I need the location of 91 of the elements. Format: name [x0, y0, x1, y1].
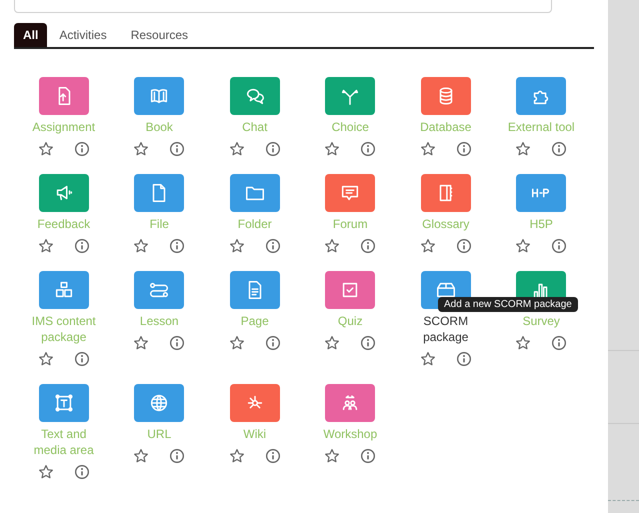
- module-name[interactable]: Page: [214, 313, 295, 329]
- module-name[interactable]: IMS content package: [24, 313, 104, 345]
- info-icon[interactable]: [264, 335, 281, 351]
- star-icon[interactable]: [133, 448, 150, 464]
- info-icon[interactable]: [456, 351, 472, 367]
- info-icon[interactable]: [169, 448, 186, 464]
- module-tile[interactable]: [134, 271, 184, 309]
- module-name[interactable]: Feedback: [24, 216, 104, 232]
- info-icon[interactable]: [360, 238, 376, 254]
- info-icon[interactable]: [551, 238, 568, 254]
- star-icon[interactable]: [228, 141, 245, 157]
- module-tile[interactable]: [325, 77, 376, 115]
- tab[interactable]: Resources: [118, 23, 200, 47]
- tooltip: Add a new SCORM package: [438, 297, 578, 312]
- module-tile[interactable]: [230, 384, 280, 422]
- info-icon[interactable]: [264, 141, 281, 157]
- star-icon[interactable]: [515, 335, 532, 351]
- module-tile[interactable]: [38, 77, 89, 115]
- module-tile[interactable]: [134, 174, 184, 212]
- module-tile[interactable]: [38, 384, 89, 422]
- info-icon[interactable]: [74, 141, 90, 157]
- star-icon[interactable]: [38, 238, 54, 254]
- info-icon[interactable]: [360, 448, 376, 464]
- module-tile[interactable]: [230, 271, 280, 309]
- star-icon[interactable]: [324, 448, 340, 464]
- star-icon[interactable]: [324, 238, 340, 254]
- module-name[interactable]: Text and media area: [24, 426, 104, 458]
- module-name[interactable]: Lesson: [119, 313, 200, 329]
- module-name[interactable]: Choice: [310, 119, 390, 135]
- module-name[interactable]: H5P: [501, 216, 582, 232]
- star-icon[interactable]: [228, 448, 245, 464]
- star-icon[interactable]: [38, 351, 54, 367]
- module-tile[interactable]: [420, 174, 471, 212]
- info-icon[interactable]: [264, 448, 281, 464]
- star-icon[interactable]: [420, 141, 436, 157]
- module-name[interactable]: Assignment: [24, 119, 104, 135]
- info-icon[interactable]: [74, 464, 90, 480]
- star-icon[interactable]: [420, 238, 436, 254]
- star-icon[interactable]: [38, 141, 54, 157]
- module-name[interactable]: Quiz: [310, 313, 390, 329]
- star-icon[interactable]: [133, 141, 150, 157]
- star-icon[interactable]: [324, 141, 340, 157]
- star-icon[interactable]: [228, 238, 245, 254]
- info-icon[interactable]: [456, 238, 472, 254]
- tab[interactable]: All: [14, 23, 48, 47]
- module-tile[interactable]: [134, 384, 184, 422]
- module-name[interactable]: Forum: [310, 216, 390, 232]
- module-tile[interactable]: [420, 77, 471, 115]
- module-name[interactable]: Wiki: [214, 426, 295, 442]
- info-icon[interactable]: [74, 238, 90, 254]
- module-name[interactable]: Folder: [214, 216, 295, 232]
- star-icon[interactable]: [515, 238, 532, 254]
- info-icon[interactable]: [360, 335, 376, 351]
- module-name[interactable]: SCORM package: [406, 313, 486, 345]
- module-tile[interactable]: [230, 174, 280, 212]
- module-tile[interactable]: [325, 384, 376, 422]
- info-icon[interactable]: [264, 238, 281, 254]
- module-tile[interactable]: [516, 174, 566, 212]
- module-name[interactable]: Workshop: [310, 426, 390, 442]
- module-name[interactable]: Database: [406, 119, 486, 135]
- star-icon[interactable]: [515, 141, 532, 157]
- module-name[interactable]: Book: [119, 119, 200, 135]
- module-tile[interactable]: [134, 77, 184, 115]
- info-icon[interactable]: [74, 351, 90, 367]
- star-icon[interactable]: [38, 464, 54, 480]
- info-icon[interactable]: [551, 141, 568, 157]
- module-tile[interactable]: [325, 174, 376, 212]
- info-icon[interactable]: [169, 335, 186, 351]
- star-icon[interactable]: [324, 335, 340, 351]
- tab[interactable]: Activities: [47, 23, 119, 47]
- module-tile[interactable]: [325, 271, 376, 309]
- info-icon[interactable]: [169, 238, 186, 254]
- module-name[interactable]: Glossary: [406, 216, 486, 232]
- module-name[interactable]: External tool: [501, 119, 582, 135]
- star-icon[interactable]: [228, 335, 245, 351]
- star-icon[interactable]: [420, 351, 436, 367]
- module-tile[interactable]: [516, 77, 566, 115]
- star-icon[interactable]: [133, 238, 150, 254]
- module-name[interactable]: File: [119, 216, 200, 232]
- module-name[interactable]: URL: [119, 426, 200, 442]
- module-tile[interactable]: [38, 174, 89, 212]
- module-icon: [52, 392, 75, 414]
- module-name[interactable]: Chat: [214, 119, 295, 135]
- info-icon[interactable]: [360, 141, 376, 157]
- info-icon[interactable]: [456, 141, 472, 157]
- module-tile[interactable]: [230, 77, 280, 115]
- module-tile[interactable]: [38, 271, 89, 309]
- info-icon[interactable]: [551, 335, 568, 351]
- info-icon[interactable]: [169, 141, 186, 157]
- star-icon[interactable]: [133, 335, 150, 351]
- module-name[interactable]: Survey: [501, 313, 582, 329]
